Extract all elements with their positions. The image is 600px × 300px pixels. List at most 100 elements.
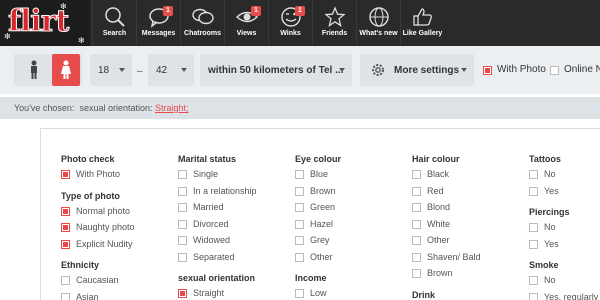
nav-search[interactable]: Search	[92, 0, 136, 46]
more-settings-button[interactable]: More settings	[360, 54, 474, 86]
option-item[interactable]: Yes	[529, 186, 598, 203]
checkbox[interactable]	[178, 252, 187, 262]
checkbox[interactable]	[295, 203, 304, 212]
age-to-select[interactable]: 42	[148, 54, 194, 86]
option-item[interactable]: Green	[295, 202, 341, 219]
more-settings-panel: Photo check With Photo Type of photo Normal…	[40, 128, 600, 300]
checkbox[interactable]	[529, 223, 538, 232]
option-label: In a relationship	[193, 185, 257, 196]
option-item[interactable]: Red	[412, 186, 481, 203]
nav-whats-new[interactable]: What's new	[356, 0, 400, 46]
option-label: Brown	[427, 268, 453, 278]
checkbox[interactable]	[61, 206, 70, 216]
option-item[interactable]: Naughty photo	[61, 222, 135, 239]
option-item[interactable]: No	[529, 169, 598, 186]
checkbox[interactable]	[295, 289, 304, 298]
checkbox[interactable]	[178, 203, 187, 212]
checkbox[interactable]	[412, 186, 421, 196]
gender-male-button[interactable]	[20, 54, 48, 86]
option-item[interactable]: Hazel	[295, 219, 341, 236]
checkbox[interactable]	[295, 252, 304, 262]
checkbox[interactable]	[295, 186, 304, 196]
option-item[interactable]: Caucasian	[61, 275, 135, 292]
checkbox[interactable]	[178, 236, 187, 245]
checkbox[interactable]	[178, 170, 187, 179]
checkbox[interactable]	[529, 170, 538, 179]
checkbox[interactable]	[295, 170, 304, 179]
nav-views[interactable]: 1 Views	[224, 0, 268, 46]
checkbox[interactable]	[178, 289, 187, 298]
checkbox[interactable]	[412, 236, 421, 245]
option-item[interactable]: Yes	[529, 239, 598, 256]
checkbox[interactable]	[61, 170, 70, 179]
checkbox[interactable]	[412, 170, 421, 179]
age-from-select[interactable]: 18	[90, 54, 132, 86]
distance-select[interactable]: within 50 kilometers of Tel ...	[200, 54, 352, 86]
option-item[interactable]: White	[412, 219, 481, 236]
options-column: Tattoos No Yes Piercings No Yes Smoke No Yes, re…	[529, 153, 598, 300]
option-item[interactable]: With Photo	[61, 169, 135, 186]
nav-friends[interactable]: Friends	[312, 0, 356, 46]
checkbox[interactable]	[295, 236, 304, 245]
checkbox[interactable]	[295, 219, 304, 229]
option-item[interactable]: Straight	[178, 288, 257, 300]
option-item[interactable]: Single	[178, 169, 257, 186]
option-item[interactable]: Brown	[412, 268, 481, 285]
option-item[interactable]: In a relationship	[178, 186, 257, 203]
checkbox[interactable]	[529, 292, 538, 300]
option-item[interactable]: No	[529, 222, 598, 239]
option-item[interactable]: No	[529, 275, 598, 292]
option-item[interactable]: Asian	[61, 292, 135, 300]
gender-female-button[interactable]	[52, 54, 80, 86]
checkbox[interactable]	[529, 239, 538, 249]
checkbox[interactable]	[412, 203, 421, 212]
online-now-label: Online No	[564, 64, 600, 75]
messages-badge: 1	[163, 6, 173, 16]
option-item[interactable]: Other	[295, 252, 341, 269]
checkbox[interactable]	[529, 276, 538, 285]
chosen-value-link[interactable]: Straight;	[155, 103, 189, 113]
checkbox[interactable]	[61, 223, 70, 232]
option-item[interactable]: Married	[178, 202, 257, 219]
option-label: No	[544, 275, 556, 285]
option-item[interactable]: Yes, regularly	[529, 292, 598, 300]
nav-like-gallery[interactable]: Like Gallery	[400, 0, 444, 46]
drink-heading: Drink	[412, 289, 436, 300]
snowflake-icon: ✻	[60, 2, 67, 11]
option-item[interactable]: Blond	[412, 202, 481, 219]
checkbox[interactable]	[61, 239, 70, 249]
checkbox[interactable]	[529, 186, 538, 196]
checkbox[interactable]	[178, 186, 187, 196]
option-item[interactable]: Low	[295, 288, 341, 300]
checkbox[interactable]	[412, 269, 421, 278]
option-label: Grey	[310, 235, 330, 245]
option-label: Black	[427, 169, 450, 179]
option-label: Shaven/ Bald	[427, 251, 481, 262]
option-item[interactable]: Shaven/ Bald	[412, 252, 481, 269]
checkbox[interactable]	[412, 219, 421, 229]
option-item[interactable]: Separated	[178, 252, 257, 269]
option-item[interactable]: Widowed	[178, 235, 257, 252]
checkbox[interactable]	[412, 252, 421, 262]
with-photo-checkbox[interactable]	[483, 66, 492, 75]
winks-badge: 1	[295, 6, 305, 16]
nav-winks[interactable]: 1 Winks	[268, 0, 312, 46]
option-item[interactable]: Divorced	[178, 219, 257, 236]
nav-messages[interactable]: 1 Messages	[136, 0, 180, 46]
nav-chatrooms[interactable]: Chatrooms	[180, 0, 224, 46]
online-now-checkbox[interactable]	[550, 66, 559, 75]
option-item[interactable]: Explicit Nudity	[61, 239, 135, 256]
logo[interactable]: flirt ✻ ✻ ✻	[0, 0, 90, 46]
checkbox[interactable]	[61, 292, 70, 300]
search-icon	[104, 7, 125, 27]
option-item[interactable]: Blue	[295, 169, 341, 186]
checkbox[interactable]	[61, 276, 70, 285]
option-item[interactable]: Black	[412, 169, 481, 186]
option-item[interactable]: Brown	[295, 186, 341, 203]
option-item[interactable]: Grey	[295, 235, 341, 252]
option-item[interactable]: Other	[412, 235, 481, 252]
nav-label: Friends	[321, 30, 348, 37]
checkbox[interactable]	[178, 219, 187, 229]
chevron-down-icon	[119, 68, 125, 72]
option-item[interactable]: Normal photo	[61, 206, 135, 223]
